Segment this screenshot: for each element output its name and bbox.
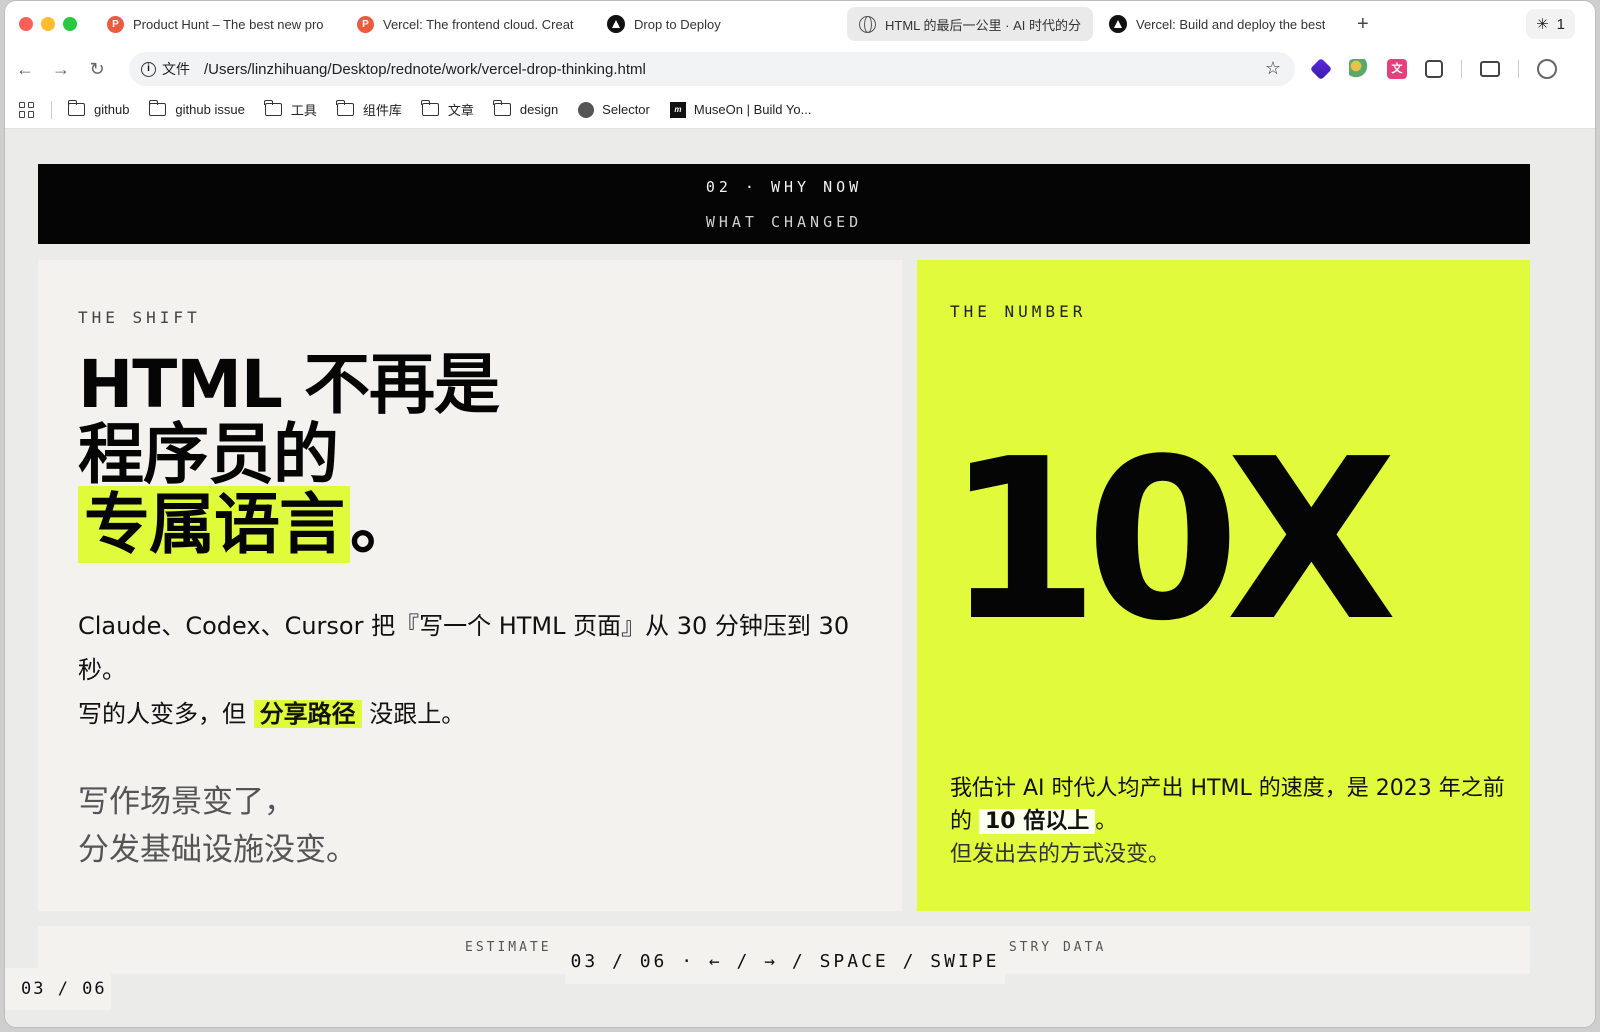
folder-icon [421,100,439,116]
divider [1461,60,1462,78]
address-bar[interactable]: i 文件 /Users/linzhihuang/Desktop/rednote/… [129,52,1295,86]
shift-body: Claude、Codex、Cursor 把『写一个 HTML 页面』从 30 分… [78,612,850,728]
slide-nav-hint: 03 / 06 · ← / → / SPACE / SWIPE [565,940,1005,984]
vercel-icon [1109,15,1127,33]
extension-diamond-icon[interactable] [1309,57,1333,81]
ten-times-highlight: 10 倍以上 [979,809,1096,834]
number-label: THE NUMBER [950,302,1087,321]
shift-quote: 写作场景变了， 分发基础设施没变。 [78,784,357,868]
profile-icon[interactable] [1537,59,1557,79]
back-icon[interactable]: ← [7,59,43,80]
selector-icon [578,101,595,118]
number-description: 我估计 AI 时代人均产出 HTML 的速度，是 2023 年之前的 10 倍以… [950,776,1505,867]
file-scheme-label: 文件 [162,61,190,77]
extensions-area: 文 [1309,57,1557,81]
window-controls [19,17,77,31]
bookmark-star-icon[interactable]: ☆ [1265,58,1281,79]
minimize-window-button[interactable] [41,17,55,31]
extension-dots-icon[interactable] [1349,59,1369,79]
apps-grid-icon[interactable] [19,101,35,118]
section-number: 02 · WHY NOW [705,178,863,196]
sparkle-icon: ✳ [1536,16,1549,33]
shift-headline: HTML 不再是 程序员的 专属语言。 [78,346,500,563]
vercel-icon [607,15,625,33]
folder-icon [336,100,354,116]
headline-highlight: 专属语言 [78,486,350,563]
bookmark-github[interactable]: github [67,100,129,117]
divider [51,100,52,119]
extension-translate-icon[interactable]: 文 [1387,59,1407,79]
tab-product-hunt[interactable]: P Product Hunt – The best new pro [95,7,341,41]
close-window-button[interactable] [19,17,33,31]
tab-vercel-frontend[interactable]: P Vercel: The frontend cloud. Creat [345,7,591,41]
extensions-puzzle-icon[interactable] [1425,60,1443,78]
product-hunt-icon: P [357,15,374,33]
forward-icon[interactable]: → [43,59,79,80]
tab-drop-to-deploy[interactable]: Drop to Deploy [595,7,843,41]
section-subtitle: WHAT CHANGED [705,213,863,231]
toolbar: ← → ↻ i 文件 /Users/linzhihuang/Desktop/re… [5,47,1595,91]
shift-label: THE SHIFT [78,308,201,327]
tab-search-button[interactable]: ✳ 1 [1526,9,1575,39]
bookmark-selector[interactable]: Selector [578,101,650,118]
new-tab-button[interactable]: + [1357,13,1369,36]
page-viewport: 02 · WHY NOW WHAT CHANGED THE SHIFT HTML… [5,130,1595,1027]
maximize-window-button[interactable] [63,17,77,31]
folder-icon [148,100,167,116]
museon-icon: m [669,101,686,118]
bookmark-museon[interactable]: m MuseOn | Build Yo... [669,101,811,118]
globe-icon [859,15,876,33]
search-tabs-icon[interactable] [1480,61,1500,77]
tab-strip: P Product Hunt – The best new pro P Verc… [5,1,1595,47]
bookmark-github-issue[interactable]: github issue [148,100,245,117]
product-hunt-icon: P [107,15,124,33]
number-card: THE NUMBER 10X 我估计 AI 时代人均产出 HTML 的速度，是 … [917,260,1530,911]
bookmark-tools[interactable]: 工具 [264,100,317,119]
tab-vercel-build[interactable]: Vercel: Build and deploy the best [1097,7,1343,41]
page-counter: 03 / 06 [5,968,111,1010]
reload-icon[interactable]: ↻ [79,59,115,80]
bookmark-articles[interactable]: 文章 [421,100,474,119]
bookmark-design[interactable]: design [493,100,558,117]
browser-window: P Product Hunt – The best new pro P Verc… [4,0,1596,1028]
big-number: 10X [945,412,1397,670]
folder-icon [67,100,85,116]
tab-html-last-mile[interactable]: HTML 的最后一公里 · AI 时代的分享 [847,7,1093,41]
folder-icon [493,100,511,116]
bookmark-components[interactable]: 组件库 [336,100,402,119]
divider [1518,60,1519,78]
section-banner: 02 · WHY NOW WHAT CHANGED [38,164,1530,244]
folder-icon [264,100,282,116]
url-text[interactable]: /Users/linzhihuang/Desktop/rednote/work/… [204,61,646,78]
shift-card: THE SHIFT HTML 不再是 程序员的 专属语言。 Claude、Cod… [38,260,902,911]
share-path-highlight: 分享路径 [253,700,362,728]
bookmarks-bar: github github issue 工具 组件库 文章 design Sel… [5,91,1595,129]
info-icon[interactable]: i [141,61,156,77]
